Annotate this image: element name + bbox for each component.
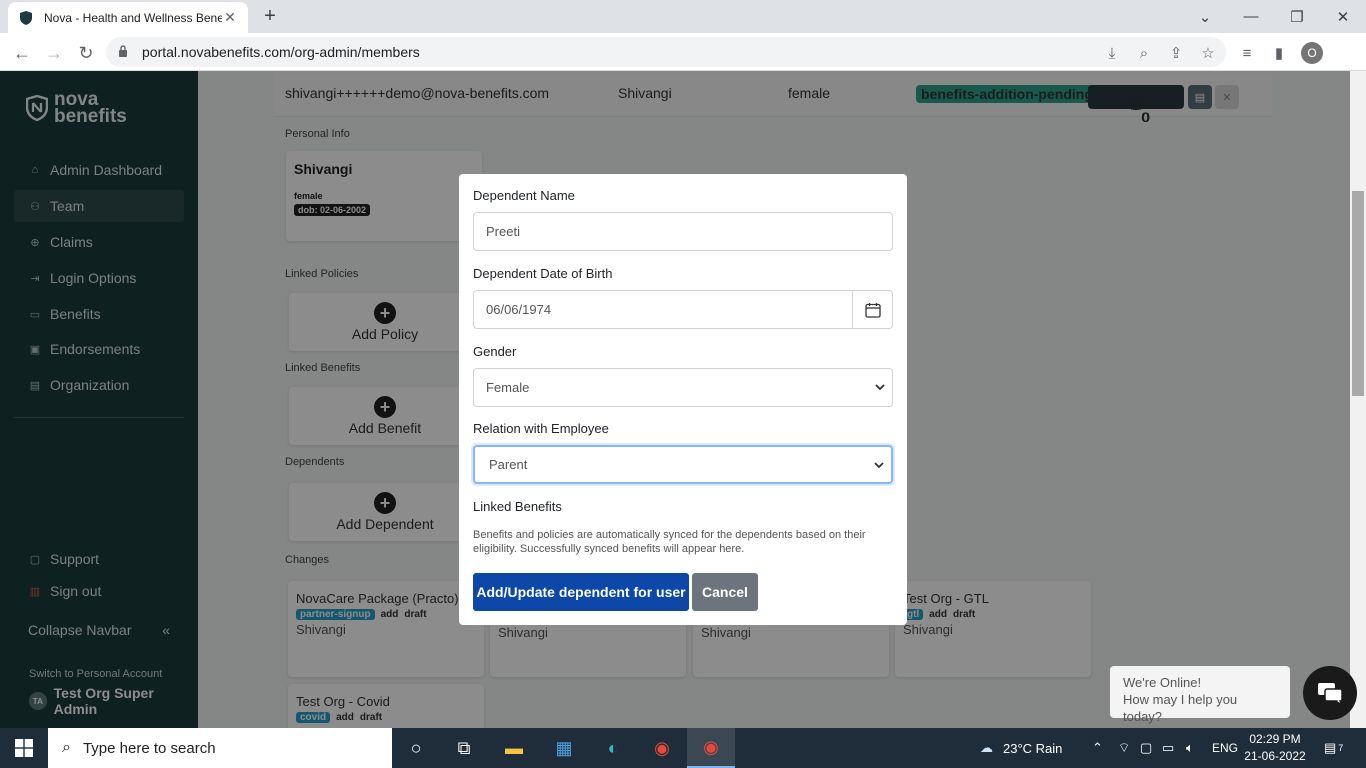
store-icon[interactable]: ▦ xyxy=(540,728,588,768)
search-placeholder: Type here to search xyxy=(82,739,216,757)
notification-count: 7 xyxy=(1338,743,1344,753)
meet-icon[interactable]: ▢ xyxy=(1140,728,1152,768)
lock-icon xyxy=(118,44,130,60)
tab-close-icon[interactable]: ✕ xyxy=(222,9,238,26)
gender-label: Gender xyxy=(473,344,517,359)
clock-date: 21-06-2022 xyxy=(1244,749,1306,763)
close-window-button[interactable]: ✕ xyxy=(1320,0,1366,33)
gender-select[interactable]: Female xyxy=(473,368,893,407)
minimize-button[interactable]: — xyxy=(1228,0,1274,33)
reading-list-icon[interactable]: ≡ xyxy=(1236,42,1258,64)
windows-taskbar: ⌕ Type here to search ○ ⧉ ▬ ▦ ◐ ◉ ◉ ☁ 23… xyxy=(0,728,1366,768)
cancel-button[interactable]: Cancel xyxy=(692,573,758,611)
linked-benefits-heading: Linked Benefits xyxy=(473,499,562,514)
share-icon[interactable]: ⇪ xyxy=(1165,42,1187,64)
tab-title: Nova - Health and Wellness Bene xyxy=(44,10,222,25)
task-view-icon[interactable]: ⧉ xyxy=(440,728,488,768)
profile-avatar[interactable]: O xyxy=(1301,42,1323,64)
nova-favicon-icon xyxy=(18,10,34,26)
rain-cloud-icon: ☁ xyxy=(980,740,993,755)
scrollbar-thumb[interactable] xyxy=(1352,191,1364,396)
restore-button[interactable]: ❐ xyxy=(1274,0,1320,33)
browser-tab[interactable]: Nova - Health and Wellness Bene ✕ xyxy=(8,2,248,33)
new-tab-button[interactable]: + xyxy=(258,5,282,29)
relation-label: Relation with Employee xyxy=(473,421,609,436)
chat-icon[interactable] xyxy=(1303,666,1357,720)
relation-select[interactable]: Parent xyxy=(473,445,893,484)
chevron-down-icon xyxy=(874,462,884,469)
dependent-dob-label: Dependent Date of Birth xyxy=(473,266,613,281)
dependent-name-label: Dependent Name xyxy=(473,188,575,203)
browser-toolbar: ← → ↻ portal.novabenefits.com/org-admin/… xyxy=(0,33,1366,71)
clock-time: 02:29 PM xyxy=(1249,732,1301,746)
system-clock[interactable]: 02:29 PM 21-06-2022 xyxy=(1240,731,1310,765)
taskbar-search[interactable]: ⌕ Type here to search xyxy=(48,728,392,768)
dependent-modal: Dependent Name Preeti Dependent Date of … xyxy=(459,174,907,625)
url-text: portal.novabenefits.com/org-admin/member… xyxy=(142,44,420,60)
tray-chevron-up-icon[interactable]: ⌃ xyxy=(1092,728,1103,768)
browser-tab-bar: Nova - Health and Wellness Bene ✕ + ⌄ — … xyxy=(0,0,1366,33)
download-icon[interactable]: ⤓ xyxy=(1101,42,1123,64)
forward-button[interactable]: → xyxy=(41,40,67,66)
calendar-icon[interactable] xyxy=(852,291,892,328)
zoom-icon[interactable]: ⌕ xyxy=(1133,42,1155,64)
volume-icon[interactable]: 🔈︎ xyxy=(1186,728,1194,768)
dependent-name-input[interactable]: Preeti xyxy=(473,212,893,251)
weather-widget[interactable]: ☁ 23°C Rain xyxy=(980,728,1062,768)
chrome-icon[interactable]: ◉ xyxy=(638,728,686,768)
weather-text: 23°C Rain xyxy=(1003,740,1063,756)
search-icon: ⌕ xyxy=(62,739,71,756)
file-explorer-icon[interactable]: ▬ xyxy=(490,728,538,768)
chat-line2: How may I help you today? xyxy=(1123,692,1238,724)
back-button[interactable]: ← xyxy=(9,40,35,66)
cortana-icon[interactable]: ○ xyxy=(392,728,440,768)
chat-line1: We're Online! xyxy=(1123,675,1202,690)
network-icon[interactable]: ⌔ xyxy=(1118,728,1130,768)
notification-icon[interactable]: ▤ 7 xyxy=(1324,728,1343,768)
dependent-dob-value: 06/06/1974 xyxy=(486,302,552,317)
chrome-profile-icon[interactable]: ◉ xyxy=(687,728,735,768)
side-panel-icon[interactable]: ▮ xyxy=(1268,42,1290,64)
linked-benefits-help: Benefits and policies are automatically … xyxy=(473,529,866,555)
edge-icon[interactable]: ◐ xyxy=(589,728,637,768)
address-bar[interactable]: portal.novabenefits.com/org-admin/member… xyxy=(106,37,1226,67)
battery-icon[interactable]: ▭ xyxy=(1162,728,1174,768)
bookmark-star-icon[interactable]: ☆ xyxy=(1197,42,1219,64)
dependent-name-value: Preeti xyxy=(486,224,520,239)
page: nova benefits ⌂ Admin Dashboard ⚇ Team ⊕… xyxy=(0,71,1366,728)
gender-value: Female xyxy=(486,380,530,395)
relation-value: Parent xyxy=(489,457,528,472)
add-update-dependent-button[interactable]: Add/Update dependent for user xyxy=(473,573,689,611)
dependent-dob-input[interactable]: 06/06/1974 xyxy=(473,290,893,329)
chevron-down-icon[interactable]: ⌄ xyxy=(1182,0,1228,33)
page-scrollbar[interactable] xyxy=(1350,71,1366,728)
language-indicator[interactable]: ENG xyxy=(1212,728,1238,768)
reload-button[interactable]: ↻ xyxy=(73,40,99,66)
chevron-down-icon xyxy=(875,384,885,391)
windows-start-icon[interactable] xyxy=(0,728,48,768)
chat-bubble[interactable]: We're Online! How may I help you today? xyxy=(1110,666,1290,724)
